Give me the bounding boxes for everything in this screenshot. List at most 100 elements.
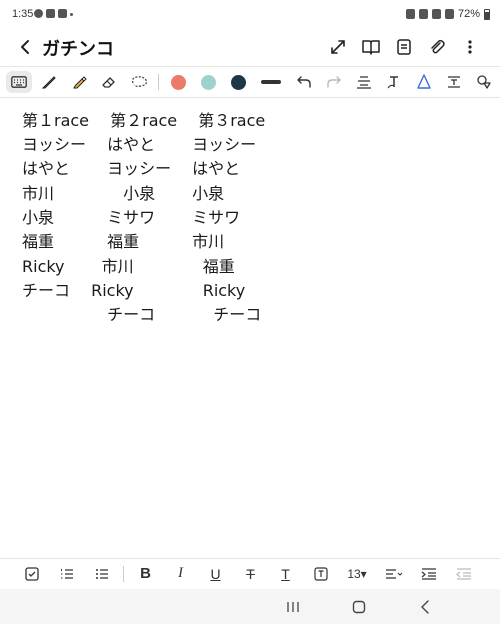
note-body[interactable]: 第１race 第２race 第３race ヨッシー はやと ヨッシー はやと ヨ… [0,99,500,557]
page-template-button[interactable] [387,34,420,60]
font-size-button[interactable]: 13▾ [338,560,376,588]
more-notifications-icon [70,13,73,16]
text-style-icon [357,76,371,89]
note-line-3: はやと ヨッシー はやと [22,159,241,178]
underline-button[interactable]: U [198,560,233,588]
back-icon [421,600,429,614]
keyboard-icon [11,76,27,88]
checklist-button[interactable] [14,560,49,588]
paragraph-align-button[interactable] [376,560,411,588]
shape-button[interactable] [409,67,439,97]
text-background-icon [313,566,328,581]
system-back-button[interactable] [410,593,440,621]
note-line-7: Ricky 市川 福重 [22,257,235,276]
italic-button[interactable]: I [163,560,198,588]
note-line-6: 福重 福重 市川 [22,232,225,251]
mail-icon [58,9,67,18]
align-dropdown-icon [385,568,402,579]
text-convert-icon [387,76,398,89]
color-dot-1 [170,74,186,90]
format-toolbar: B I U T T 13▾ [0,558,500,588]
lock-icon [405,9,415,19]
shapes-icon [477,75,491,89]
text-convert-button[interactable] [379,67,409,97]
text-box-icon [448,76,460,88]
recents-icon [287,602,299,612]
outdent-icon [455,567,471,580]
back-button[interactable] [14,34,36,60]
eraser-icon [102,77,115,88]
expand-icon [330,40,345,54]
text-background-button[interactable] [303,560,338,588]
top-actions [321,34,486,60]
status-time: 1:35 [12,8,34,20]
highlighter-icon [73,76,87,89]
bold-button[interactable]: B [128,560,163,588]
home-button[interactable] [344,593,374,621]
app-bar: ガチンコ [0,30,500,64]
bullet-list-icon [95,568,108,579]
note-line-5: 小泉 ミサワ ミサワ [22,208,241,227]
note-line-8: チーコ Ricky Ricky [22,281,246,300]
format-divider [123,565,124,582]
signal-icon [444,9,454,19]
indent-button[interactable] [411,560,446,588]
book-icon [361,40,380,55]
paperclip-icon [430,39,445,54]
read-mode-button[interactable] [354,34,387,60]
indent-icon [421,567,436,580]
system-nav-bar [0,589,500,624]
numbered-list-icon [60,568,73,579]
lasso-icon [131,76,148,87]
home-icon [352,600,366,614]
shape-icon [417,74,431,89]
bullet-list-button[interactable] [84,560,119,588]
redo-button[interactable] [319,67,349,97]
document-icon [396,39,411,55]
lasso-tool-button[interactable] [124,67,154,97]
text-align-button[interactable] [349,67,379,97]
youtube-icon [46,9,55,18]
thickness-icon [261,80,281,84]
color-swatch-3[interactable] [223,67,253,97]
pen-toolbar [0,66,500,98]
shapes-button[interactable] [469,67,499,97]
notification-icons [34,9,73,18]
message-icon [34,9,43,18]
note-line-1: 第１race 第２race 第３race [22,111,266,130]
color-swatch-2[interactable] [193,67,223,97]
note-line-2: ヨッシー はやと ヨッシー [22,135,257,154]
text-box-button[interactable] [439,67,469,97]
more-vertical-icon [467,40,472,54]
highlighter-tool-button[interactable] [64,67,94,97]
color-dot-3 [230,74,246,90]
note-title: ガチンコ [42,39,114,60]
outdent-button[interactable] [446,560,481,588]
note-line-9: チーコ チーコ [22,305,262,324]
expand-button[interactable] [321,34,354,60]
note-line-4: 市川 小泉 小泉 [22,184,225,203]
chevron-left-icon [21,40,29,54]
color-swatch-1[interactable] [163,67,193,97]
pen-tool-button[interactable] [34,67,64,97]
strikethrough-button[interactable]: T [233,560,268,588]
wifi-icon [431,9,441,19]
eraser-tool-button[interactable] [94,67,124,97]
battery-percent: 72% [457,8,480,20]
numbered-list-button[interactable] [49,560,84,588]
recents-button[interactable] [278,593,308,621]
color-dot-2 [200,74,216,90]
thickness-button[interactable] [253,67,289,97]
attach-button[interactable] [420,34,453,60]
keyboard-mode-button[interactable] [6,71,32,93]
toolbar-divider [158,74,159,90]
status-right: 72% [405,8,490,20]
undo-icon [297,76,311,88]
alarm-icon [418,9,428,19]
more-options-button[interactable] [453,34,486,60]
text-color-button[interactable]: T [268,560,303,588]
pen-icon [41,76,56,89]
battery-icon [484,8,490,20]
redo-icon [327,76,341,88]
undo-button[interactable] [289,67,319,97]
